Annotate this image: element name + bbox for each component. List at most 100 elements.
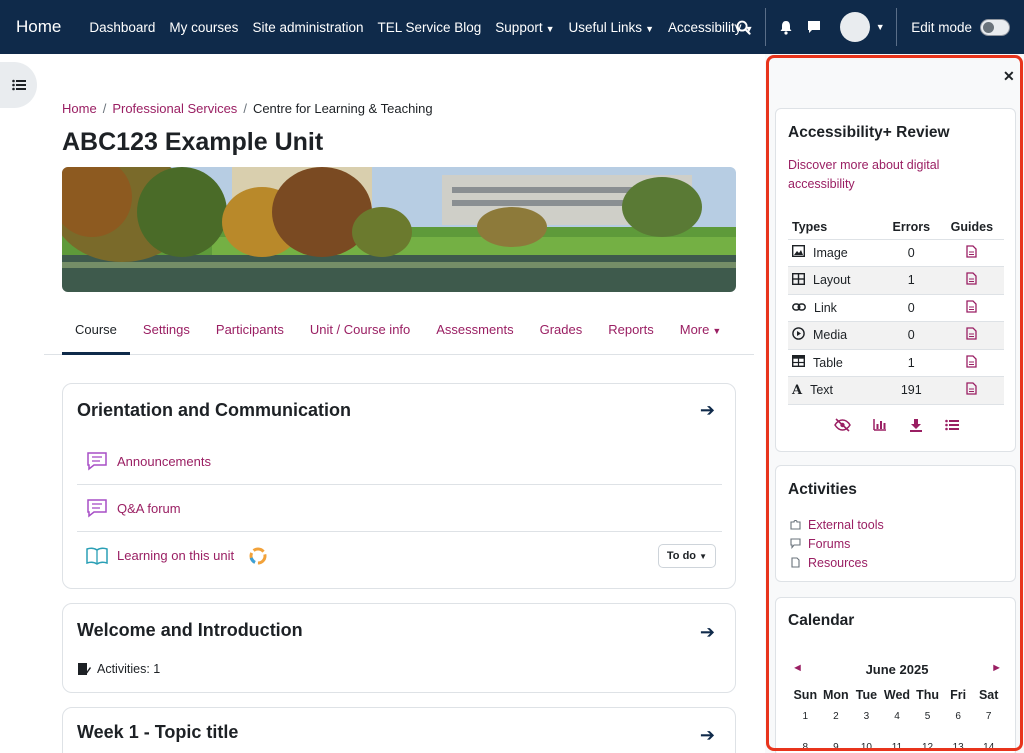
discover-accessibility-link[interactable]: Discover more about digital accessibilit…: [788, 156, 988, 194]
tab-unit-course-info[interactable]: Unit / Course info: [297, 309, 423, 354]
activity-link[interactable]: Announcements: [117, 454, 211, 469]
activity-link[interactable]: Q&A forum: [117, 501, 181, 516]
calendar-day[interactable]: 12: [912, 742, 943, 753]
calendar-day[interactable]: 7: [973, 711, 1004, 722]
nav-my-courses-label: My courses: [169, 19, 239, 35]
guide-document-icon[interactable]: [966, 272, 978, 288]
arrow-right-icon[interactable]: ➔: [700, 400, 715, 421]
navbar-divider: [896, 8, 898, 46]
calendar-next-month-button[interactable]: ►: [991, 662, 1002, 677]
list-icon[interactable]: [945, 418, 959, 437]
calendar-day[interactable]: 8: [790, 742, 821, 753]
table-icon: [791, 355, 806, 370]
course-banner-image: [62, 167, 736, 292]
download-icon[interactable]: [909, 418, 923, 437]
chevron-down-icon: ▼: [545, 23, 555, 34]
nav-useful-links[interactable]: Useful Links ▼: [569, 20, 654, 35]
section-title[interactable]: Welcome and Introduction: [77, 620, 303, 641]
nav-support[interactable]: Support ▼: [495, 20, 554, 35]
error-count: 191: [882, 376, 940, 405]
activity-qa-forum[interactable]: Q&A forum: [77, 485, 722, 532]
activity-type-forums[interactable]: Forums: [790, 534, 884, 553]
calendar-day[interactable]: 2: [821, 711, 852, 722]
calendar-day[interactable]: 5: [912, 711, 943, 722]
activity-type-resources[interactable]: Resources: [790, 553, 884, 572]
activities-count: Activities: 1: [77, 662, 160, 676]
weekday-label: Wed: [883, 688, 911, 702]
weekday-label: Mon: [823, 688, 849, 702]
calendar-day[interactable]: 10: [851, 742, 882, 753]
breadcrumb-home[interactable]: Home: [62, 101, 97, 116]
activity-type-label: Forums: [808, 536, 851, 551]
todo-dropdown-button[interactable]: To do ▼: [657, 543, 716, 568]
user-avatar[interactable]: [840, 12, 871, 42]
calendar-prev-month-button[interactable]: ◄: [792, 662, 803, 677]
calendar-day[interactable]: 11: [882, 742, 913, 753]
nav-my-courses[interactable]: My courses: [169, 20, 238, 35]
close-icon[interactable]: ✕: [1003, 68, 1015, 85]
messages-icon[interactable]: [800, 20, 828, 34]
chevron-down-icon: ▼: [699, 551, 707, 561]
file-icon: [791, 557, 800, 568]
navbar-right-tools: ▼ Edit mode: [729, 0, 1024, 54]
table-header-row: Types Errors Guides: [788, 215, 1004, 240]
arrow-right-icon[interactable]: ➔: [700, 622, 715, 643]
activity-learning-on-this-unit[interactable]: Learning on this unit To do ▼: [77, 532, 722, 579]
breadcrumb-professional-services[interactable]: Professional Services: [112, 101, 237, 116]
text-a-icon: A: [792, 382, 803, 398]
tab-grades[interactable]: Grades: [527, 309, 596, 354]
calendar-day[interactable]: 9: [821, 742, 852, 753]
loading-spinner-icon: [248, 546, 268, 566]
home-brand-link[interactable]: Home: [16, 17, 61, 37]
tab-more[interactable]: More ▼: [667, 309, 735, 354]
eye-slash-icon[interactable]: [834, 418, 851, 437]
search-icon[interactable]: [729, 20, 757, 35]
type-label: Table: [813, 355, 843, 370]
tab-settings[interactable]: Settings: [130, 309, 203, 354]
course-index-toggle[interactable]: [0, 62, 37, 108]
guide-document-icon[interactable]: [966, 355, 978, 371]
weekday-label: Fri: [950, 688, 967, 702]
calendar-day[interactable]: 13: [943, 742, 974, 753]
tab-course[interactable]: Course: [44, 309, 130, 355]
breadcrumb-current: Centre for Learning & Teaching: [252, 101, 433, 116]
calendar-day[interactable]: 1: [790, 711, 821, 722]
puzzle-icon: [790, 519, 801, 530]
guide-document-icon[interactable]: [966, 245, 978, 261]
chevron-down-icon: ▼: [712, 326, 722, 336]
forum-icon: [77, 451, 117, 471]
list-icon: [11, 79, 26, 91]
user-menu-chevron-icon[interactable]: ▼: [870, 22, 890, 32]
type-label: Image: [813, 245, 848, 260]
nav-dashboard[interactable]: Dashboard: [89, 20, 155, 35]
section-title[interactable]: Orientation and Communication: [77, 400, 351, 421]
activity-type-external-tools[interactable]: External tools: [790, 515, 884, 534]
activity-link[interactable]: Learning on this unit: [117, 548, 234, 563]
nav-tel-service-blog[interactable]: TEL Service Blog: [378, 20, 482, 35]
edit-mode-toggle[interactable]: [980, 18, 1010, 36]
navbar-divider: [765, 8, 767, 46]
calendar-day[interactable]: 3: [851, 711, 882, 722]
bell-icon[interactable]: [772, 20, 800, 35]
weekday-label: Tue: [855, 688, 878, 702]
arrow-right-icon[interactable]: ➔: [700, 725, 715, 746]
tab-participants[interactable]: Participants: [203, 309, 297, 354]
book-icon: [77, 547, 117, 565]
main-content: Home / Professional Services / Centre fo…: [44, 54, 754, 753]
nav-site-administration[interactable]: Site administration: [252, 20, 363, 35]
tab-assessments[interactable]: Assessments: [423, 309, 526, 354]
activity-announcements[interactable]: Announcements: [77, 438, 722, 485]
guide-document-icon[interactable]: [966, 382, 978, 398]
bar-chart-icon[interactable]: [873, 418, 887, 437]
section-title[interactable]: Week 1 - Topic title: [77, 722, 238, 743]
guide-document-icon[interactable]: [966, 327, 978, 343]
guide-document-icon[interactable]: [966, 300, 978, 316]
section-orientation: Orientation and Communication ➔ Announce…: [62, 383, 736, 589]
edit-mode-label: Edit mode: [911, 19, 972, 35]
tab-reports[interactable]: Reports: [595, 309, 667, 354]
tab-more-label: More: [679, 322, 710, 337]
calendar-day[interactable]: 14: [973, 742, 1004, 753]
calendar-day[interactable]: 4: [882, 711, 913, 722]
error-count: 0: [882, 294, 940, 322]
calendar-day[interactable]: 6: [943, 711, 974, 722]
